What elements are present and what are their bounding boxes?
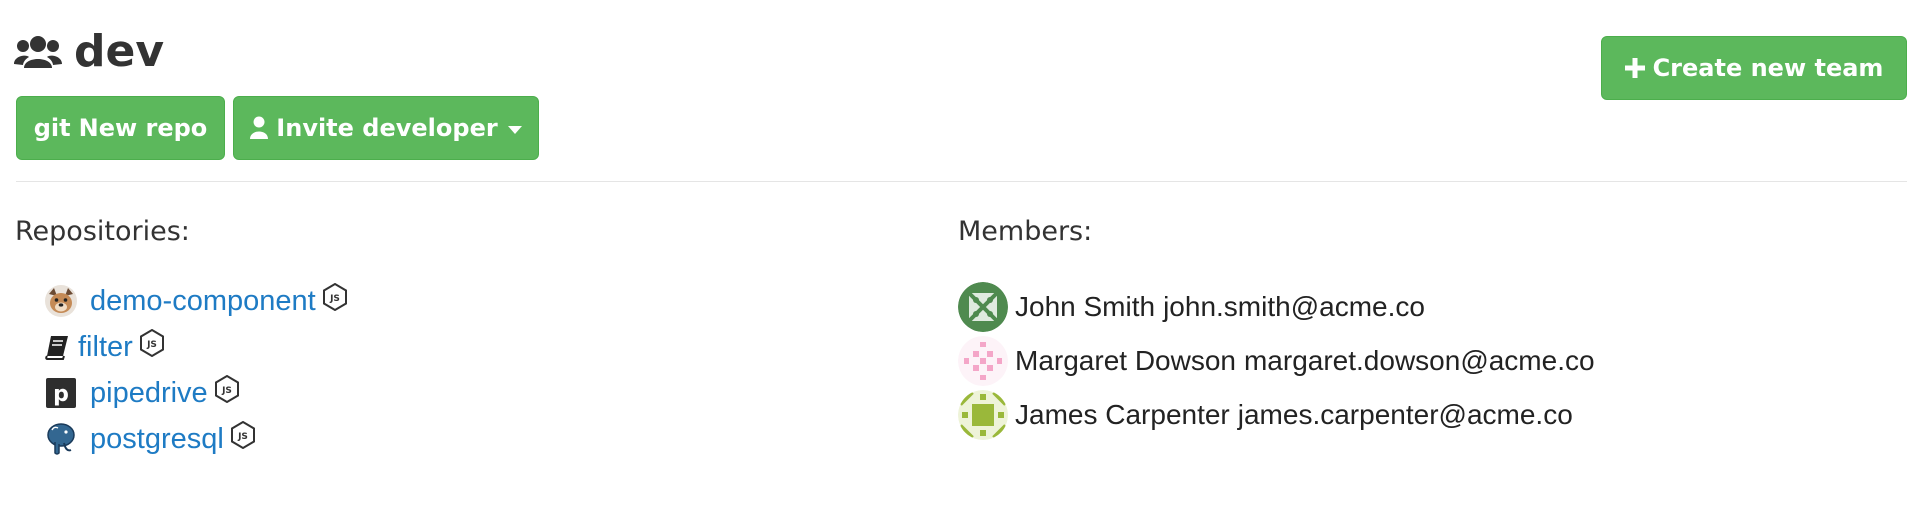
repository-link-demo-component[interactable]: demo-component: [90, 285, 316, 318]
members-heading: Members:: [958, 216, 1093, 247]
invite-developer-label: Invite developer: [276, 114, 498, 142]
member-name: John Smith: [1015, 291, 1156, 322]
create-new-team-button[interactable]: Create new team: [1601, 36, 1907, 100]
nodejs-icon: JS: [322, 283, 347, 311]
new-repo-button[interactable]: git New repo: [16, 96, 225, 160]
member-list: John Smith john.smith@acme.co Margaret D…: [958, 280, 1595, 442]
svg-text:JS: JS: [237, 432, 248, 442]
avatar: [958, 390, 1008, 440]
svg-text:JS: JS: [146, 340, 157, 350]
repository-item: demo-component JS: [44, 278, 348, 324]
avatar: [958, 336, 1008, 386]
team-page: dev git New repo Invite developer Create…: [0, 0, 1918, 524]
svg-text:p: p: [53, 382, 69, 407]
repositories-heading: Repositories:: [15, 216, 190, 247]
repository-item: postgresql JS: [44, 416, 348, 462]
member-email: margaret.dowson@acme.co: [1243, 345, 1595, 376]
member-item: John Smith john.smith@acme.co: [958, 280, 1595, 334]
new-repo-label: New repo: [78, 114, 208, 142]
book-icon: [44, 330, 70, 364]
team-header: dev: [14, 22, 164, 82]
repository-list: demo-component JS filter JS p pipedrive …: [44, 278, 348, 462]
repository-item: filter JS: [44, 324, 348, 370]
member-email: james.carpenter@acme.co: [1237, 399, 1573, 430]
nodejs-icon: JS: [214, 375, 239, 403]
svg-text:JS: JS: [329, 294, 340, 304]
member-email: john.smith@acme.co: [1163, 291, 1425, 322]
header-divider: [16, 181, 1907, 182]
repository-link-filter[interactable]: filter: [78, 331, 133, 364]
member-name: James Carpenter: [1015, 399, 1230, 430]
postgresql-elephant-logo: [44, 422, 78, 456]
git-label: git: [33, 114, 71, 142]
member-item: Margaret Dowson margaret.dowson@acme.co: [958, 334, 1595, 388]
svg-text:JS: JS: [221, 386, 232, 396]
repository-link-postgresql[interactable]: postgresql: [90, 423, 224, 456]
create-new-team-label: Create new team: [1652, 54, 1884, 82]
invite-developer-button[interactable]: Invite developer: [233, 96, 539, 160]
plus-icon: [1624, 58, 1645, 78]
caret-down-icon: [507, 125, 522, 134]
repository-item: p pipedrive JS: [44, 370, 348, 416]
avatar: [958, 282, 1008, 332]
users-group-icon: [14, 36, 62, 68]
member-item: James Carpenter james.carpenter@acme.co: [958, 388, 1595, 442]
repository-link-pipedrive[interactable]: pipedrive: [90, 377, 208, 410]
user-icon: [250, 116, 269, 140]
dog-avatar: [44, 284, 78, 318]
member-name: Margaret Dowson: [1015, 345, 1236, 376]
nodejs-icon: JS: [230, 421, 255, 449]
team-name: dev: [74, 26, 165, 77]
nodejs-icon: JS: [139, 329, 164, 357]
pipedrive-logo: p: [44, 376, 78, 410]
